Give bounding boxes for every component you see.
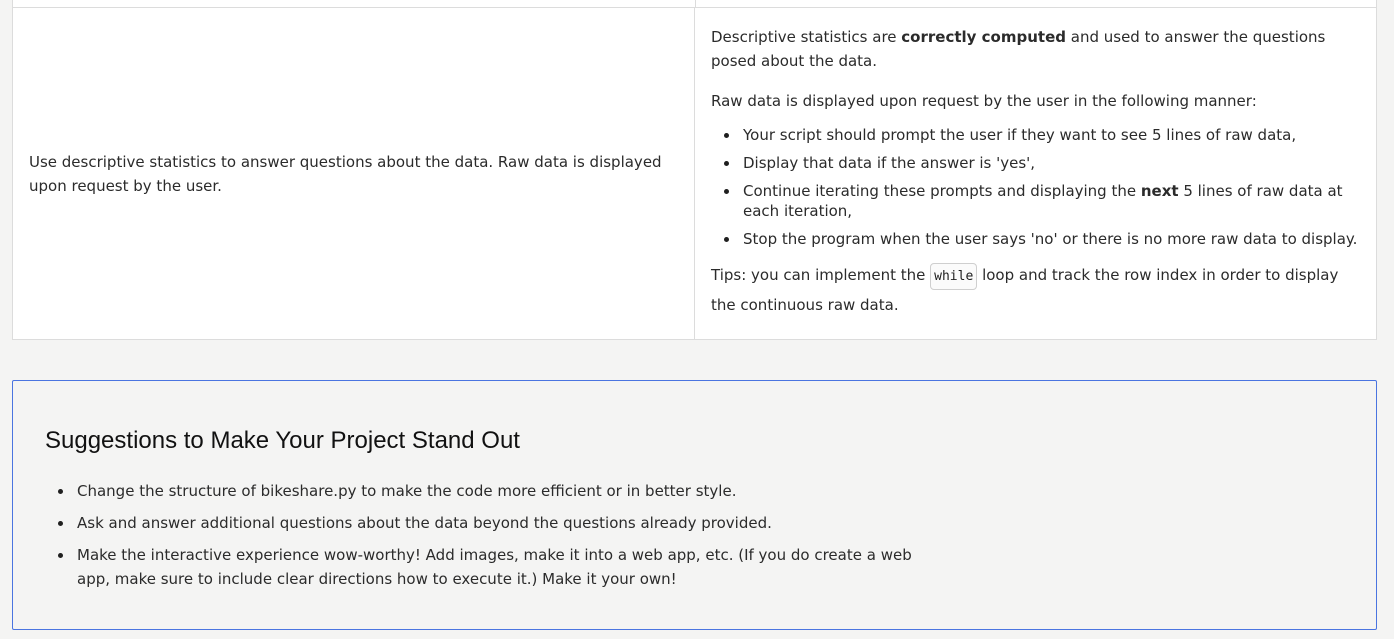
list-item: Change the structure of bikeshare.py to … bbox=[58, 479, 917, 503]
suggestions-list: Change the structure of bikeshare.py to … bbox=[45, 479, 917, 591]
list-item: Continue iterating these prompts and dis… bbox=[724, 181, 1360, 221]
bold-correctly-computed: correctly computed bbox=[901, 28, 1066, 46]
list-item: Ask and answer additional questions abou… bbox=[58, 511, 917, 535]
table-row: Use descriptive statistics to answer que… bbox=[13, 8, 1376, 339]
list-item: Make the interactive experience wow-wort… bbox=[58, 543, 917, 591]
specification-cell: Descriptive statistics are correctly com… bbox=[695, 8, 1376, 339]
spec-paragraph-raw-data: Raw data is displayed upon request by th… bbox=[711, 92, 1257, 110]
requirements-list: Your script should prompt the user if th… bbox=[711, 125, 1360, 249]
spec-paragraph-stats: Descriptive statistics are correctly com… bbox=[711, 28, 1326, 70]
bold-next: next bbox=[1140, 182, 1179, 200]
inline-code-while: while bbox=[930, 263, 978, 290]
list-item: Stop the program when the user says 'no'… bbox=[724, 229, 1360, 249]
criteria-text: Use descriptive statistics to answer que… bbox=[29, 152, 662, 195]
suggestions-title: Suggestions to Make Your Project Stand O… bbox=[45, 427, 520, 454]
list-item: Display that data if the answer is 'yes'… bbox=[724, 153, 1360, 173]
tips-paragraph: Tips: you can implement the while loop a… bbox=[711, 261, 1360, 320]
suggestions-box: Suggestions to Make Your Project Stand O… bbox=[12, 380, 1377, 630]
rubric-table: Use descriptive statistics to answer que… bbox=[12, 0, 1377, 340]
list-item: Your script should prompt the user if th… bbox=[724, 125, 1360, 145]
table-top-rule bbox=[13, 0, 1376, 8]
criteria-cell: Use descriptive statistics to answer que… bbox=[13, 8, 695, 339]
